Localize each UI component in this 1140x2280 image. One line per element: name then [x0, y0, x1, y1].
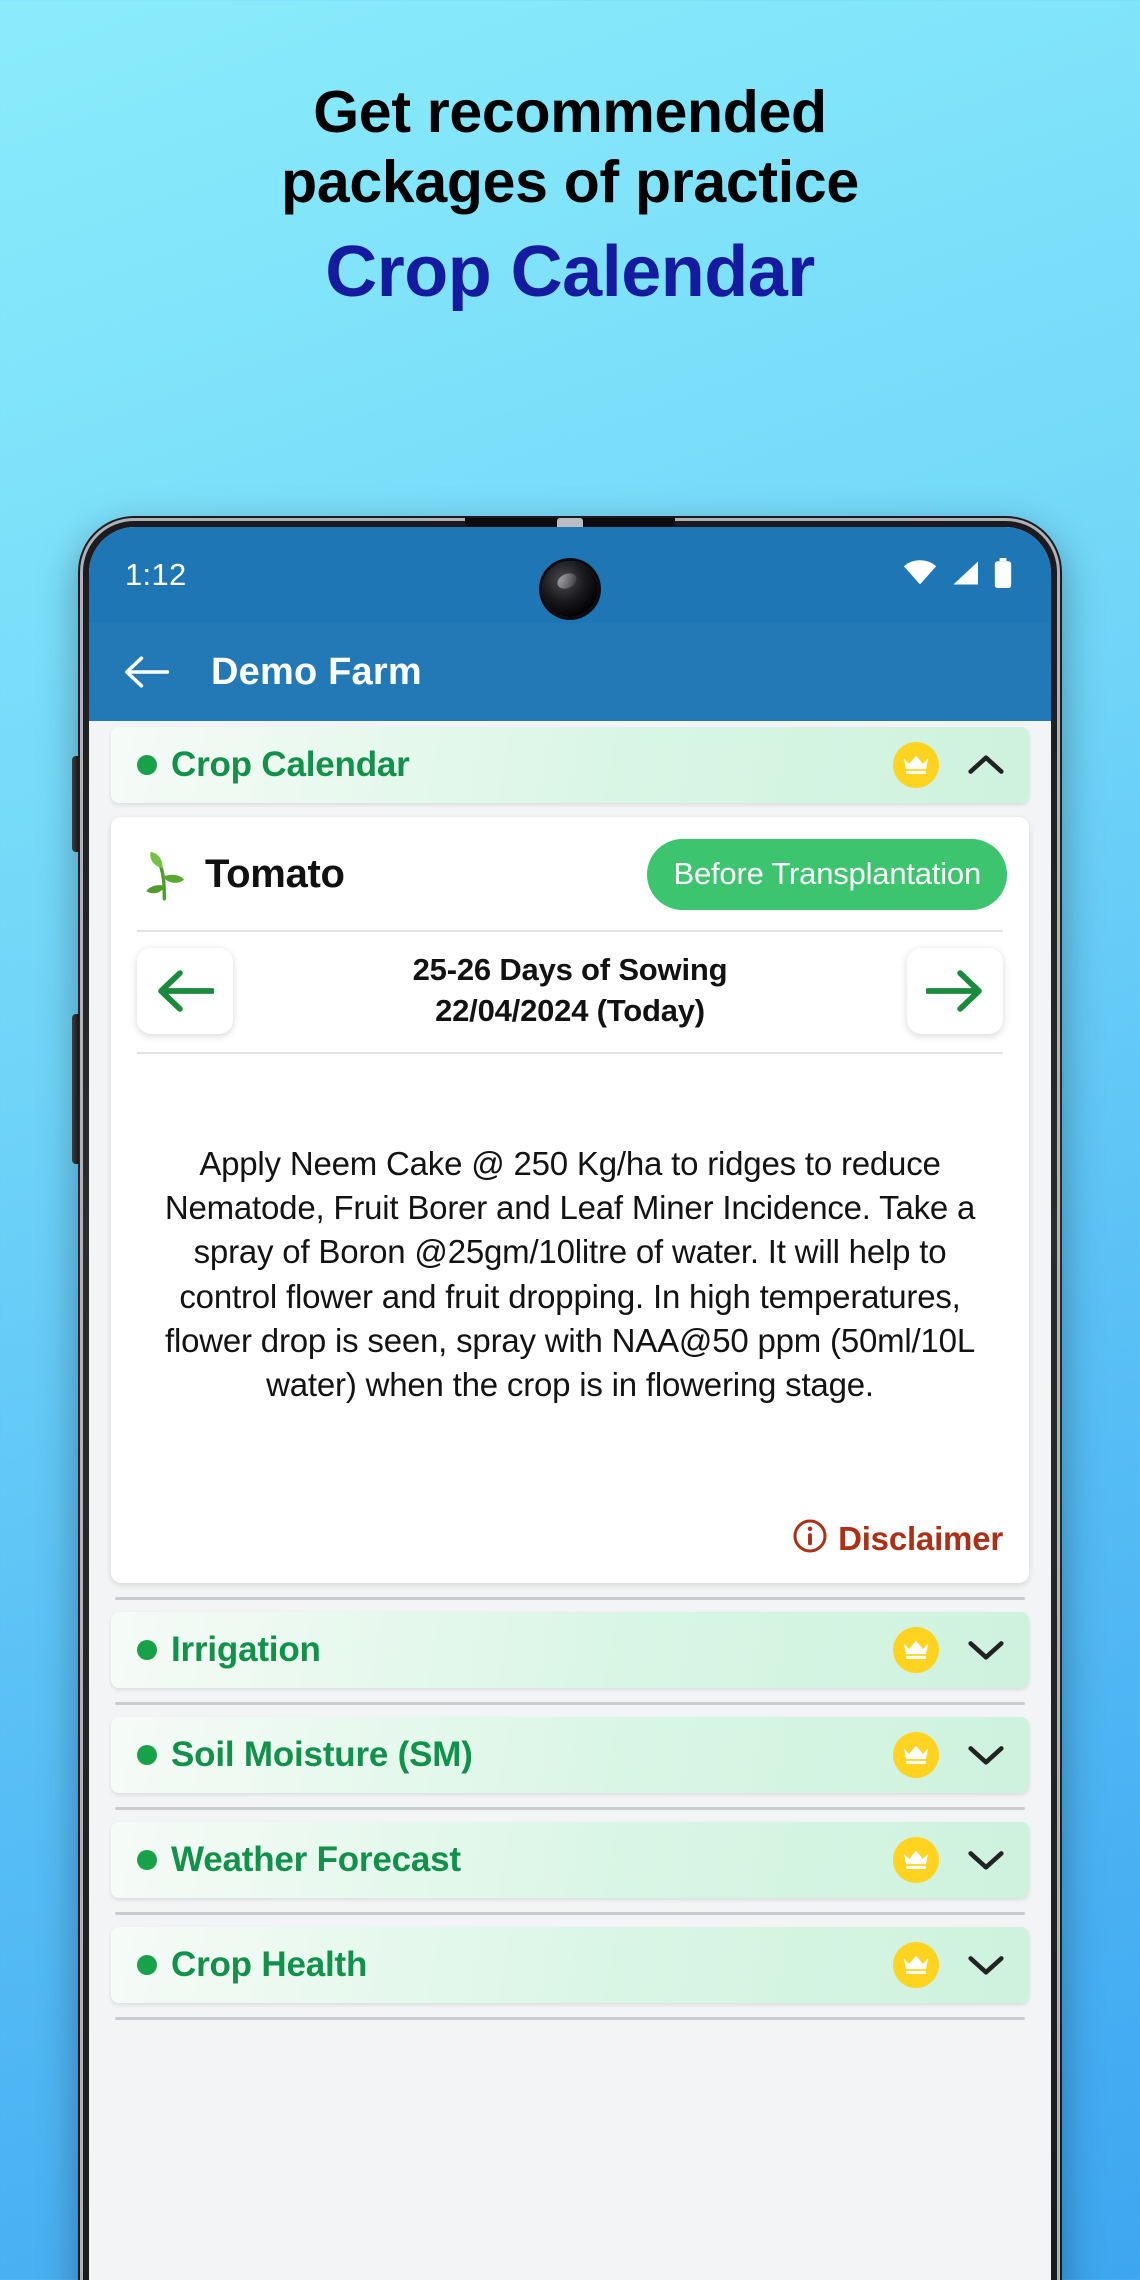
page-title: Demo Farm — [211, 650, 422, 693]
crown-icon[interactable] — [893, 742, 939, 788]
list-divider — [115, 1597, 1025, 1600]
crown-icon[interactable] — [893, 1732, 939, 1778]
section-soil-moisture: Soil Moisture (SM) — [89, 1717, 1051, 1793]
status-time: 1:12 — [125, 557, 187, 592]
wifi-icon — [903, 559, 937, 591]
promo-line-1: Get recommended — [313, 79, 827, 145]
disclaimer-label: Disclaimer — [838, 1519, 1003, 1557]
section-crop-calendar: Crop Calendar — [89, 727, 1051, 803]
status-dot-icon — [137, 1955, 157, 1975]
battery-icon — [993, 557, 1013, 593]
list-divider — [115, 1807, 1025, 1810]
section-weather-forecast: Weather Forecast — [89, 1822, 1051, 1898]
signal-icon — [950, 560, 980, 591]
accordion-header-irrigation[interactable]: Irrigation — [111, 1612, 1029, 1688]
chevron-down-icon[interactable] — [967, 1631, 1005, 1669]
accordion-header-soil-moisture[interactable]: Soil Moisture (SM) — [111, 1717, 1029, 1793]
list-divider — [115, 1912, 1025, 1915]
crop-name: Tomato — [205, 852, 345, 896]
previous-day-button[interactable] — [137, 948, 233, 1034]
next-day-button[interactable] — [907, 948, 1003, 1034]
date-label: 25-26 Days of Sowing 22/04/2024 (Today) — [243, 950, 897, 1032]
advisory-text: Apply Neem Cake @ 250 Kg/ha to ridges to… — [164, 1145, 976, 1404]
list-divider — [115, 2017, 1025, 2020]
seedling-icon — [137, 847, 193, 903]
accordion-actions — [893, 1627, 1005, 1673]
accordion-actions — [893, 1942, 1005, 1988]
chevron-down-icon[interactable] — [967, 1841, 1005, 1879]
info-icon — [792, 1518, 828, 1559]
phone-side-button-power — [72, 1014, 79, 1164]
back-arrow-icon[interactable] — [123, 649, 169, 695]
accordion-actions — [893, 742, 1005, 788]
status-dot-icon — [137, 1850, 157, 1870]
accordion-label-irrigation: Irrigation — [171, 1630, 321, 1669]
promo-header: Get recommended packages of practice Cro… — [0, 0, 1140, 315]
section-crop-health: Crop Health — [89, 1927, 1051, 2003]
phone-speaker — [465, 518, 675, 530]
phone-mockup: 1:12 Demo Farm Crop Calendar Tomato Befo… — [72, 516, 1062, 2280]
days-of-sowing: 25-26 Days of Sowing — [412, 952, 728, 988]
phone-screen: 1:12 Demo Farm Crop Calendar Tomato Befo… — [89, 527, 1051, 2280]
accordion-label-crop-calendar: Crop Calendar — [171, 745, 410, 784]
accordion-label-weather-forecast: Weather Forecast — [171, 1840, 461, 1879]
crop-card-header: Tomato Before Transplantation — [111, 817, 1029, 930]
status-bar: 1:12 — [89, 527, 1051, 623]
accordion-actions — [893, 1732, 1005, 1778]
promo-title: Crop Calendar — [325, 232, 815, 313]
front-camera-icon — [542, 561, 598, 617]
disclaimer-link[interactable]: Disclaimer — [111, 1518, 1029, 1567]
accordion-list: Irrigation Soil Moisture (SM) Weather Fo… — [89, 1597, 1051, 2020]
app-bar: Demo Farm — [89, 623, 1051, 721]
chevron-down-icon[interactable] — [967, 1946, 1005, 1984]
screen-content: Crop Calendar Tomato Before Transplantat… — [89, 721, 1051, 2280]
crop-stage-badge: Before Transplantation — [647, 839, 1007, 910]
accordion-header-crop-calendar[interactable]: Crop Calendar — [111, 727, 1029, 803]
crop-calendar-card: Tomato Before Transplantation 25-26 Days… — [111, 817, 1029, 1583]
crown-icon[interactable] — [893, 1837, 939, 1883]
status-dot-icon — [137, 1745, 157, 1765]
chevron-up-icon[interactable] — [967, 746, 1005, 784]
accordion-header-weather-forecast[interactable]: Weather Forecast — [111, 1822, 1029, 1898]
section-irrigation: Irrigation — [89, 1612, 1051, 1688]
current-date: 22/04/2024 (Today) — [435, 993, 705, 1028]
status-icons — [903, 557, 1013, 593]
status-dot-icon — [137, 1640, 157, 1660]
accordion-actions — [893, 1837, 1005, 1883]
crown-icon[interactable] — [893, 1627, 939, 1673]
accordion-label-crop-health: Crop Health — [171, 1945, 368, 1984]
accordion-label-soil-moisture: Soil Moisture (SM) — [171, 1735, 473, 1774]
promo-line-2: packages of practice — [281, 148, 859, 215]
list-divider — [115, 1702, 1025, 1705]
accordion-header-crop-health[interactable]: Crop Health — [111, 1927, 1029, 2003]
chevron-down-icon[interactable] — [967, 1736, 1005, 1774]
crown-icon[interactable] — [893, 1942, 939, 1988]
phone-side-button-volume — [72, 756, 79, 852]
date-navigator: 25-26 Days of Sowing 22/04/2024 (Today) — [111, 932, 1029, 1052]
status-dot-icon — [137, 755, 157, 775]
